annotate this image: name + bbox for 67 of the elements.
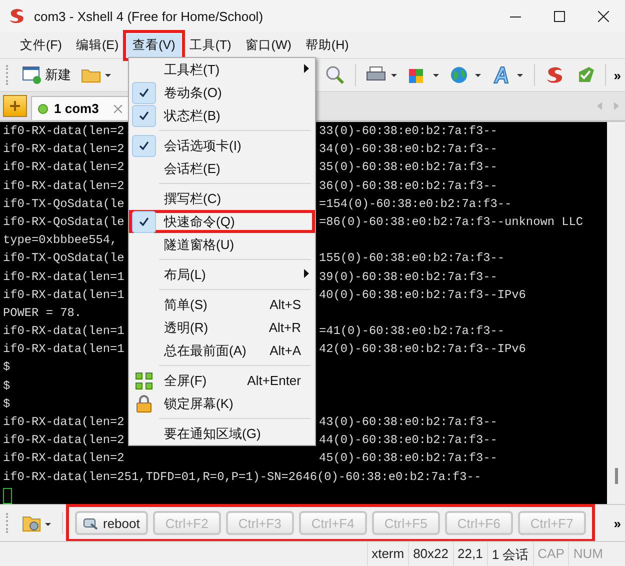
terminal-line: type=0xbbbee554, (3, 232, 118, 250)
menu-item[interactable]: 会话栏(E) (129, 157, 315, 180)
menu-bar-item[interactable]: 工具(T) (183, 34, 238, 56)
terminal-line: 34(0)-60:38:e0:b2:7a:f3-- (319, 141, 498, 158)
terminal-line: 43(0)-60:38:e0:b2:7a:f3-- (319, 414, 498, 431)
terminal-line: 40(0)-60:38:e0:b2:7a:f3--IPv6 (319, 286, 526, 304)
terminal-line: 35(0)-60:38:e0:b2:7a:f3-- (319, 159, 498, 176)
quick-command-button[interactable]: reboot (75, 511, 148, 535)
menu-item[interactable]: 锁定屏幕(K) (129, 392, 315, 415)
toolbar-more-button[interactable]: » (614, 68, 621, 82)
menu-item[interactable]: 快速命令(Q) (129, 210, 315, 233)
menu-item[interactable]: 隧道窗格(U) (129, 233, 315, 256)
terminal-line: $ (3, 378, 10, 395)
menu-bar-item[interactable]: 帮助(H) (299, 34, 355, 56)
terminal-line: if0-RX-data(len=1 (3, 341, 124, 358)
more-button[interactable]: » (614, 516, 621, 530)
menu-item[interactable]: 总在最前面(A) Alt+A (129, 339, 315, 362)
window-title: com3 - Xshell 4 (Free for Home/School) (34, 8, 264, 24)
terminal-line: =86(0)-60:38:e0:b2:7a:f3--unknown LLC (319, 214, 584, 231)
status-field: 80x22 (408, 542, 452, 566)
terminal-line: if0-RX-data(len=2 (3, 432, 124, 450)
menu-bar-item[interactable]: 查看(V) (126, 34, 182, 56)
status-field: xterm (366, 542, 408, 566)
terminal-line: if0-RX-data(len=2 (3, 450, 124, 468)
terminal-line: if0-TX-QoSdata(le (3, 250, 124, 268)
terminal-line: 42(0)-60:38:e0:b2:7a:f3--IPv6 (319, 341, 526, 358)
terminal-line: $ (3, 359, 10, 376)
terminal-line: if0-RX-QoSdata(le (3, 214, 124, 231)
terminal-line: if0-RX-data(len=2 (3, 141, 124, 158)
terminal-line: 155(0)-60:38:e0:b2:7a:f3-- (319, 250, 505, 268)
terminal-line: if0-RX-data(len=2 (3, 123, 124, 140)
menu-item[interactable]: 卷动条(O) (129, 81, 315, 104)
menu-bar-item[interactable]: 窗口(W) (239, 34, 298, 56)
menu-item[interactable]: 布局(L) (129, 263, 315, 286)
menu-item[interactable]: 透明(R) Alt+R (129, 316, 315, 339)
terminal-line: if0-RX-data(len=1 (3, 323, 124, 340)
status-field: NUM (568, 542, 607, 566)
menu-item[interactable]: 简单(S) Alt+S (129, 293, 315, 316)
terminal-line: =154(0)-60:38:e0:b2:7a:f3-- (319, 196, 512, 213)
terminal-line: 39(0)-60:38:e0:b2:7a:f3-- (319, 268, 498, 286)
terminal-line: 45(0)-60:38:e0:b2:7a:f3-- (319, 450, 498, 468)
menu-bar-item[interactable]: 文件(F) (14, 34, 68, 56)
menu-item[interactable]: 会话选项卡(I) (129, 134, 315, 157)
terminal-line: if0-RX-data(len=2 (3, 159, 124, 176)
status-field: 22,1 (452, 542, 487, 566)
status-field: CAP (532, 542, 568, 566)
terminal-line: 44(0)-60:38:e0:b2:7a:f3-- (319, 432, 498, 450)
terminal-line: if0-TX-QoSdata(le (3, 196, 124, 213)
menu-item[interactable]: 撰写栏(C) (129, 187, 315, 210)
terminal-line: if0-RX-data(len=2 (3, 178, 124, 195)
terminal-line: if0-RX-data(len=1 (3, 268, 124, 286)
terminal-line: 33(0)-60:38:e0:b2:7a:f3-- (319, 123, 498, 140)
terminal-line: $ (3, 396, 10, 413)
terminal-line: 36(0)-60:38:e0:b2:7a:f3-- (319, 178, 498, 195)
terminal-line: =41(0)-60:38:e0:b2:7a:f3-- (319, 323, 505, 340)
terminal-line: if0-RX-data(len=2 (3, 414, 124, 431)
session-tab[interactable]: 1 com3 (31, 96, 129, 120)
menu-item[interactable]: 状态栏(B) (129, 104, 315, 127)
terminal-line: POWER = 78. (3, 304, 82, 322)
terminal-line: if0-RX-data(len=1 (3, 286, 124, 304)
terminal-line: if0-RX-data(len=251,TDFD=01,R=0,P=1)-SN=2646(0)-60:38:e0:b2:7a:f3-- (3, 468, 482, 486)
new-session-button[interactable]: 新建 (19, 64, 74, 86)
status-field: 1 会话 (486, 542, 533, 566)
menu-bar-item[interactable]: 编辑(E) (70, 34, 125, 56)
menu-item[interactable]: 工具栏(T) (129, 58, 315, 81)
menu-item[interactable]: 全屏(F) Alt+Enter (129, 369, 315, 392)
menu-item[interactable]: 要在通知区域(G) (129, 422, 315, 445)
